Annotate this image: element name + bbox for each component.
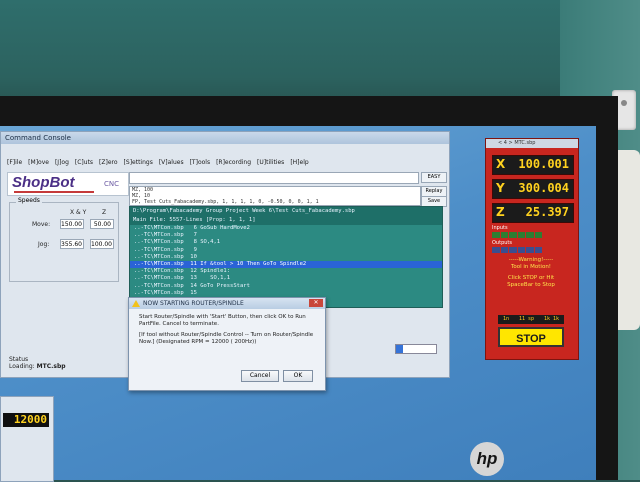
warning-icon: [132, 300, 140, 307]
y-axis-readout: Y 300.004: [492, 179, 574, 199]
code-line: ..-TC\MTCon.sbp 15: [134, 289, 197, 296]
wall-background: [0, 0, 640, 110]
command-input[interactable]: [129, 172, 419, 184]
dialog-message: Start Router/Spindle with 'Start' Button…: [139, 314, 319, 346]
code-line: ..-TC\MTCon.sbp 9: [134, 246, 197, 253]
start-spindle-dialog: NOW STARTING ROUTER/SPINDLE ✕ Start Rout…: [128, 297, 326, 391]
code-line: ..-TC\MTCon.sbp 14 GoTo PressStart: [134, 282, 250, 289]
code-line: ..-TC\MTCon.sbp 7: [134, 232, 197, 239]
code-path: D:\Program\Fabacademy Group Project Week…: [130, 207, 442, 216]
motion-warning: -----Warning!----- Tool in Motion! Click…: [498, 257, 564, 309]
x-axis-readout: X 100.001: [492, 155, 574, 175]
menu-item[interactable]: [T]ools: [190, 158, 210, 168]
code-line: ..-TC\MTCon.sbp 8 SO,4,1: [134, 239, 221, 246]
command-history[interactable]: MZ, 100 MZ, 10 FP, Test Cuts_Fabacademy.…: [129, 186, 421, 206]
x-axis-label: X: [496, 157, 506, 171]
console-title: Command Console: [1, 132, 449, 144]
progress-bar: [395, 344, 437, 354]
loading-label: Loading:: [9, 363, 35, 370]
x-axis-value: 100.001: [518, 157, 569, 171]
logo-swoosh: [14, 191, 94, 193]
dialog-message-1: Start Router/Spindle with 'Start' Button…: [139, 314, 306, 327]
code-line: ..-TC\MTCon.sbp 10: [134, 253, 197, 260]
cancel-button[interactable]: Cancel: [241, 370, 279, 382]
dialog-title: NOW STARTING ROUTER/SPINDLE: [143, 300, 244, 307]
step-1: 1n: [502, 316, 509, 322]
jog-label: Jog:: [38, 241, 50, 248]
warning-instruction: Click STOP or Hit SpaceBar to Stop: [507, 275, 555, 288]
menu-bar: [F]ile [M]ove [J]og [C]uts [Z]ero [S]ettings […: [1, 158, 455, 168]
code-line: ..-TC\MTCon.sbp 12 Spindle1:: [134, 268, 231, 275]
warning-subtitle: Tool in Motion!: [510, 264, 552, 270]
logo-suffix: CNC: [104, 180, 120, 188]
move-label: Move:: [32, 221, 51, 228]
code-main-file: Main File: 5557-Lines [Prop: 1, 1, 1]: [130, 216, 442, 225]
easy-button[interactable]: EASY: [421, 172, 447, 183]
menu-item[interactable]: [S]ettings: [124, 158, 153, 168]
stop-button[interactable]: STOP: [498, 327, 564, 347]
rpm-display: 12000: [3, 413, 49, 427]
z-axis-value: 25.397: [525, 205, 569, 219]
step-row: 1n 11 sp 1k 1k: [498, 315, 564, 324]
dialog-title-bar: NOW STARTING ROUTER/SPINDLE ✕: [129, 298, 325, 309]
y-axis-value: 300.004: [518, 181, 569, 195]
menu-item[interactable]: [F]ile: [7, 158, 22, 168]
code-line-selected: ..-TC\MTCon.sbp 11 If &tool > 10 Then Go…: [130, 261, 442, 269]
step-3: 1k 1k: [543, 316, 559, 322]
z-axis-readout: Z 25.397: [492, 203, 574, 223]
z-axis-label: Z: [496, 205, 505, 219]
position-window: < 4 > MTC.sbp X 100.001 Y 300.004 Z 25.3…: [485, 138, 579, 360]
status-label: Status: [9, 356, 29, 363]
outputs-indicators: [492, 247, 542, 253]
code-line: ..-TC\MTCon.sbp 13 SO,1,1: [134, 275, 231, 282]
move-xy-field[interactable]: 150.00: [60, 219, 84, 229]
menu-item[interactable]: [J]og: [55, 158, 69, 168]
menu-item[interactable]: [U]tilities: [257, 158, 284, 168]
speeds-panel: Speeds X & Y Z Move: 150.00 50.00 Jog: 3…: [9, 197, 119, 282]
close-icon[interactable]: ✕: [309, 299, 323, 307]
progress-fill: [396, 345, 404, 353]
dialog-message-2: [If tool without Router/Spindle Control …: [139, 332, 314, 345]
hp-logo: hp: [470, 442, 504, 476]
jog-z-field[interactable]: 100.00: [90, 239, 114, 249]
code-line: ..-TC\MTCon.sbp 6 GoSub HardMove2: [134, 225, 250, 231]
rpm-window: 12000: [0, 396, 54, 482]
y-axis-label: Y: [496, 181, 505, 195]
menu-item[interactable]: [M]ove: [28, 158, 49, 168]
code-listing[interactable]: D:\Program\Fabacademy Group Project Week…: [129, 206, 443, 308]
loading-value: MTC.sbp: [36, 363, 66, 370]
jog-xy-field[interactable]: 355.60: [60, 239, 84, 249]
menu-item[interactable]: [V]alues: [159, 158, 184, 168]
speeds-col-z: Z: [102, 209, 107, 216]
dro-title: < 4 > MTC.sbp: [486, 139, 578, 148]
inputs-indicators: [492, 232, 542, 238]
step-2: 11 sp: [518, 316, 534, 322]
history-line: FP, Test Cuts_Fabacademy.sbp, 1, 1, 1, 1…: [132, 199, 319, 205]
ok-button[interactable]: OK: [283, 370, 313, 382]
outputs-label: Outputs: [492, 240, 512, 246]
status-area: Status Loading: MTC.sbp: [9, 356, 66, 370]
menu-item[interactable]: [H]elp: [290, 158, 308, 168]
logo-text: ShopBot: [12, 174, 75, 191]
shopbot-logo: ShopBot CNC: [7, 172, 129, 196]
warning-title: -----Warning!-----: [508, 257, 554, 263]
menu-item[interactable]: [Z]ero: [99, 158, 118, 168]
menu-item[interactable]: [C]uts: [75, 158, 93, 168]
speeds-legend: Speeds: [16, 197, 42, 204]
speeds-col-xy: X & Y: [70, 209, 87, 216]
inputs-label: Inputs: [492, 225, 508, 231]
move-z-field[interactable]: 50.00: [90, 219, 114, 229]
menu-item[interactable]: [R]ecording: [216, 158, 251, 168]
